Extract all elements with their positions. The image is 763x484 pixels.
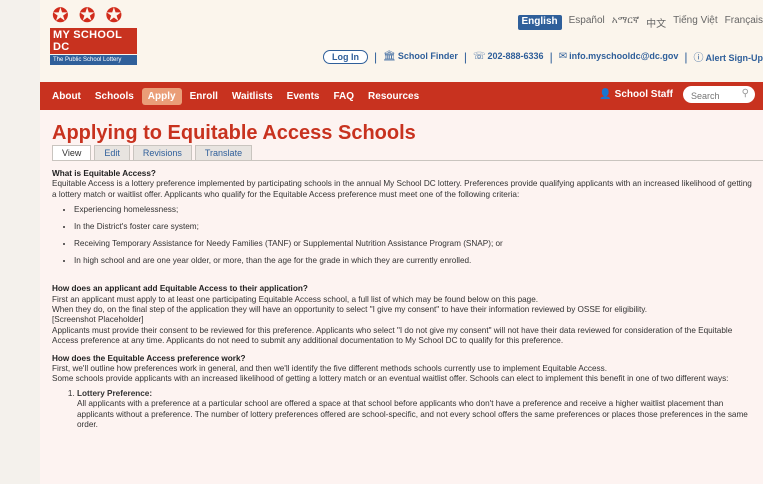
school-staff-label: School Staff [614, 89, 673, 100]
section-heading: How does the Equitable Access preference… [52, 353, 246, 363]
login-button[interactable]: Log In [323, 49, 369, 64]
main-content: Applying to Equitable Access Schools Vie… [40, 110, 763, 431]
search-box: ⚲ [683, 86, 755, 105]
star-icon: ✪ [78, 5, 96, 27]
alert-signup-link[interactable]: ⓘ Alert Sign-Up [694, 49, 763, 64]
main-nav: About Schools Apply Enroll Waitlists Eve… [40, 82, 763, 110]
lang-french[interactable]: Français [725, 15, 763, 30]
search-input[interactable] [683, 87, 738, 105]
paragraph: When they do, on the final step of the a… [52, 305, 648, 315]
school-finder-label: School Finder [397, 51, 458, 61]
lang-amharic[interactable]: አማርኛ [612, 15, 639, 30]
language-bar: English Español አማርኛ 中文 Tiếng Việt Franç… [517, 15, 763, 30]
phone-link[interactable]: ☏ 202-888-6336 [473, 51, 544, 62]
page: ✪ ✪ ✪ MY SCHOOL DC The Public School Lot… [40, 0, 763, 484]
section-heading: How does an applicant add Equitable Acce… [52, 284, 308, 294]
nav-faq[interactable]: FAQ [327, 88, 360, 105]
paragraph: Equitable Access is a lottery preference… [52, 179, 752, 199]
screenshot-placeholder: [Screenshot Placeholder] [52, 315, 144, 325]
paragraph: First, we'll outline how preferences wor… [52, 364, 608, 374]
lang-chinese[interactable]: 中文 [646, 15, 666, 30]
site-logo[interactable]: ✪ ✪ ✪ MY SCHOOL DC The Public School Lot… [50, 6, 140, 65]
email-icon: ✉ [558, 51, 568, 62]
nav-resources[interactable]: Resources [362, 88, 425, 105]
method-title: Lottery Preference: [77, 388, 153, 398]
paragraph: Some schools provide applicants with an … [52, 374, 729, 384]
nav-about[interactable]: About [46, 88, 87, 105]
logo-sub-text: The Public School Lottery [50, 55, 137, 65]
list-item: Experiencing homelessness; [74, 205, 755, 215]
divider: | [549, 49, 553, 64]
email-label: info.myschooldc@dc.gov [569, 51, 679, 61]
lang-english[interactable]: English [517, 15, 562, 30]
phone-icon: ☏ [472, 51, 486, 62]
school-staff-link[interactable]: 👤 School Staff [599, 89, 673, 100]
list-item: In high school and are one year older, o… [74, 256, 755, 266]
lang-spanish[interactable]: Español [569, 15, 605, 30]
divider: | [684, 49, 688, 64]
tab-edit[interactable]: Edit [94, 145, 130, 160]
list-item: Receiving Temporary Assistance for Needy… [74, 239, 755, 249]
list-item: In the District's foster care system; [74, 222, 755, 232]
page-title: Applying to Equitable Access Schools [52, 122, 416, 144]
nav-apply[interactable]: Apply [141, 87, 182, 105]
lang-vietnamese[interactable]: Tiếng Việt [673, 15, 717, 30]
list-item: Lottery Preference: All applicants with … [77, 389, 755, 431]
alert-label: Alert Sign-Up [705, 53, 763, 63]
nav-events[interactable]: Events [281, 88, 326, 105]
tab-translate[interactable]: Translate [194, 145, 253, 160]
divider: | [374, 49, 378, 64]
logo-stars: ✪ ✪ ✪ [50, 6, 140, 26]
nav-right: 👤 School Staff ⚲ [599, 86, 755, 105]
logo-main-text: MY SCHOOL DC [50, 28, 137, 54]
criteria-list: Experiencing homelessness; In the Distri… [52, 205, 755, 266]
user-icon: 👤 [599, 89, 612, 100]
utility-bar: Log In | 🏛 School Finder | ☏ 202-888-6336 … [323, 49, 763, 64]
email-link[interactable]: ✉ info.myschooldc@dc.gov [559, 51, 679, 62]
method-text: All applicants with a preference at a pa… [77, 399, 748, 430]
methods-list: Lottery Preference: All applicants with … [52, 389, 755, 431]
nav-schools[interactable]: Schools [89, 88, 140, 105]
search-icon[interactable]: ⚲ [742, 88, 749, 99]
site-header: ✪ ✪ ✪ MY SCHOOL DC The Public School Lot… [40, 0, 763, 82]
star-icon: ✪ [105, 5, 123, 27]
phone-label: 202-888-6336 [487, 51, 544, 61]
star-icon: ✪ [52, 5, 69, 27]
tab-revisions[interactable]: Revisions [132, 145, 192, 160]
divider: | [463, 49, 467, 64]
nav-enroll[interactable]: Enroll [184, 88, 224, 105]
nav-waitlists[interactable]: Waitlists [226, 88, 279, 105]
content-tabs: View Edit Revisions Translate [52, 145, 763, 161]
school-icon: 🏛 [383, 51, 396, 62]
paragraph: First an applicant must apply to at leas… [52, 294, 539, 304]
school-finder-link[interactable]: 🏛 School Finder [383, 51, 458, 62]
paragraph: Applicants must provide their consent to… [52, 325, 733, 346]
article-body: What is Equitable Access? Equitable Acce… [52, 169, 763, 431]
alert-icon: ⓘ [693, 53, 704, 64]
section-heading: What is Equitable Access? [52, 169, 156, 178]
tab-view[interactable]: View [52, 145, 92, 160]
